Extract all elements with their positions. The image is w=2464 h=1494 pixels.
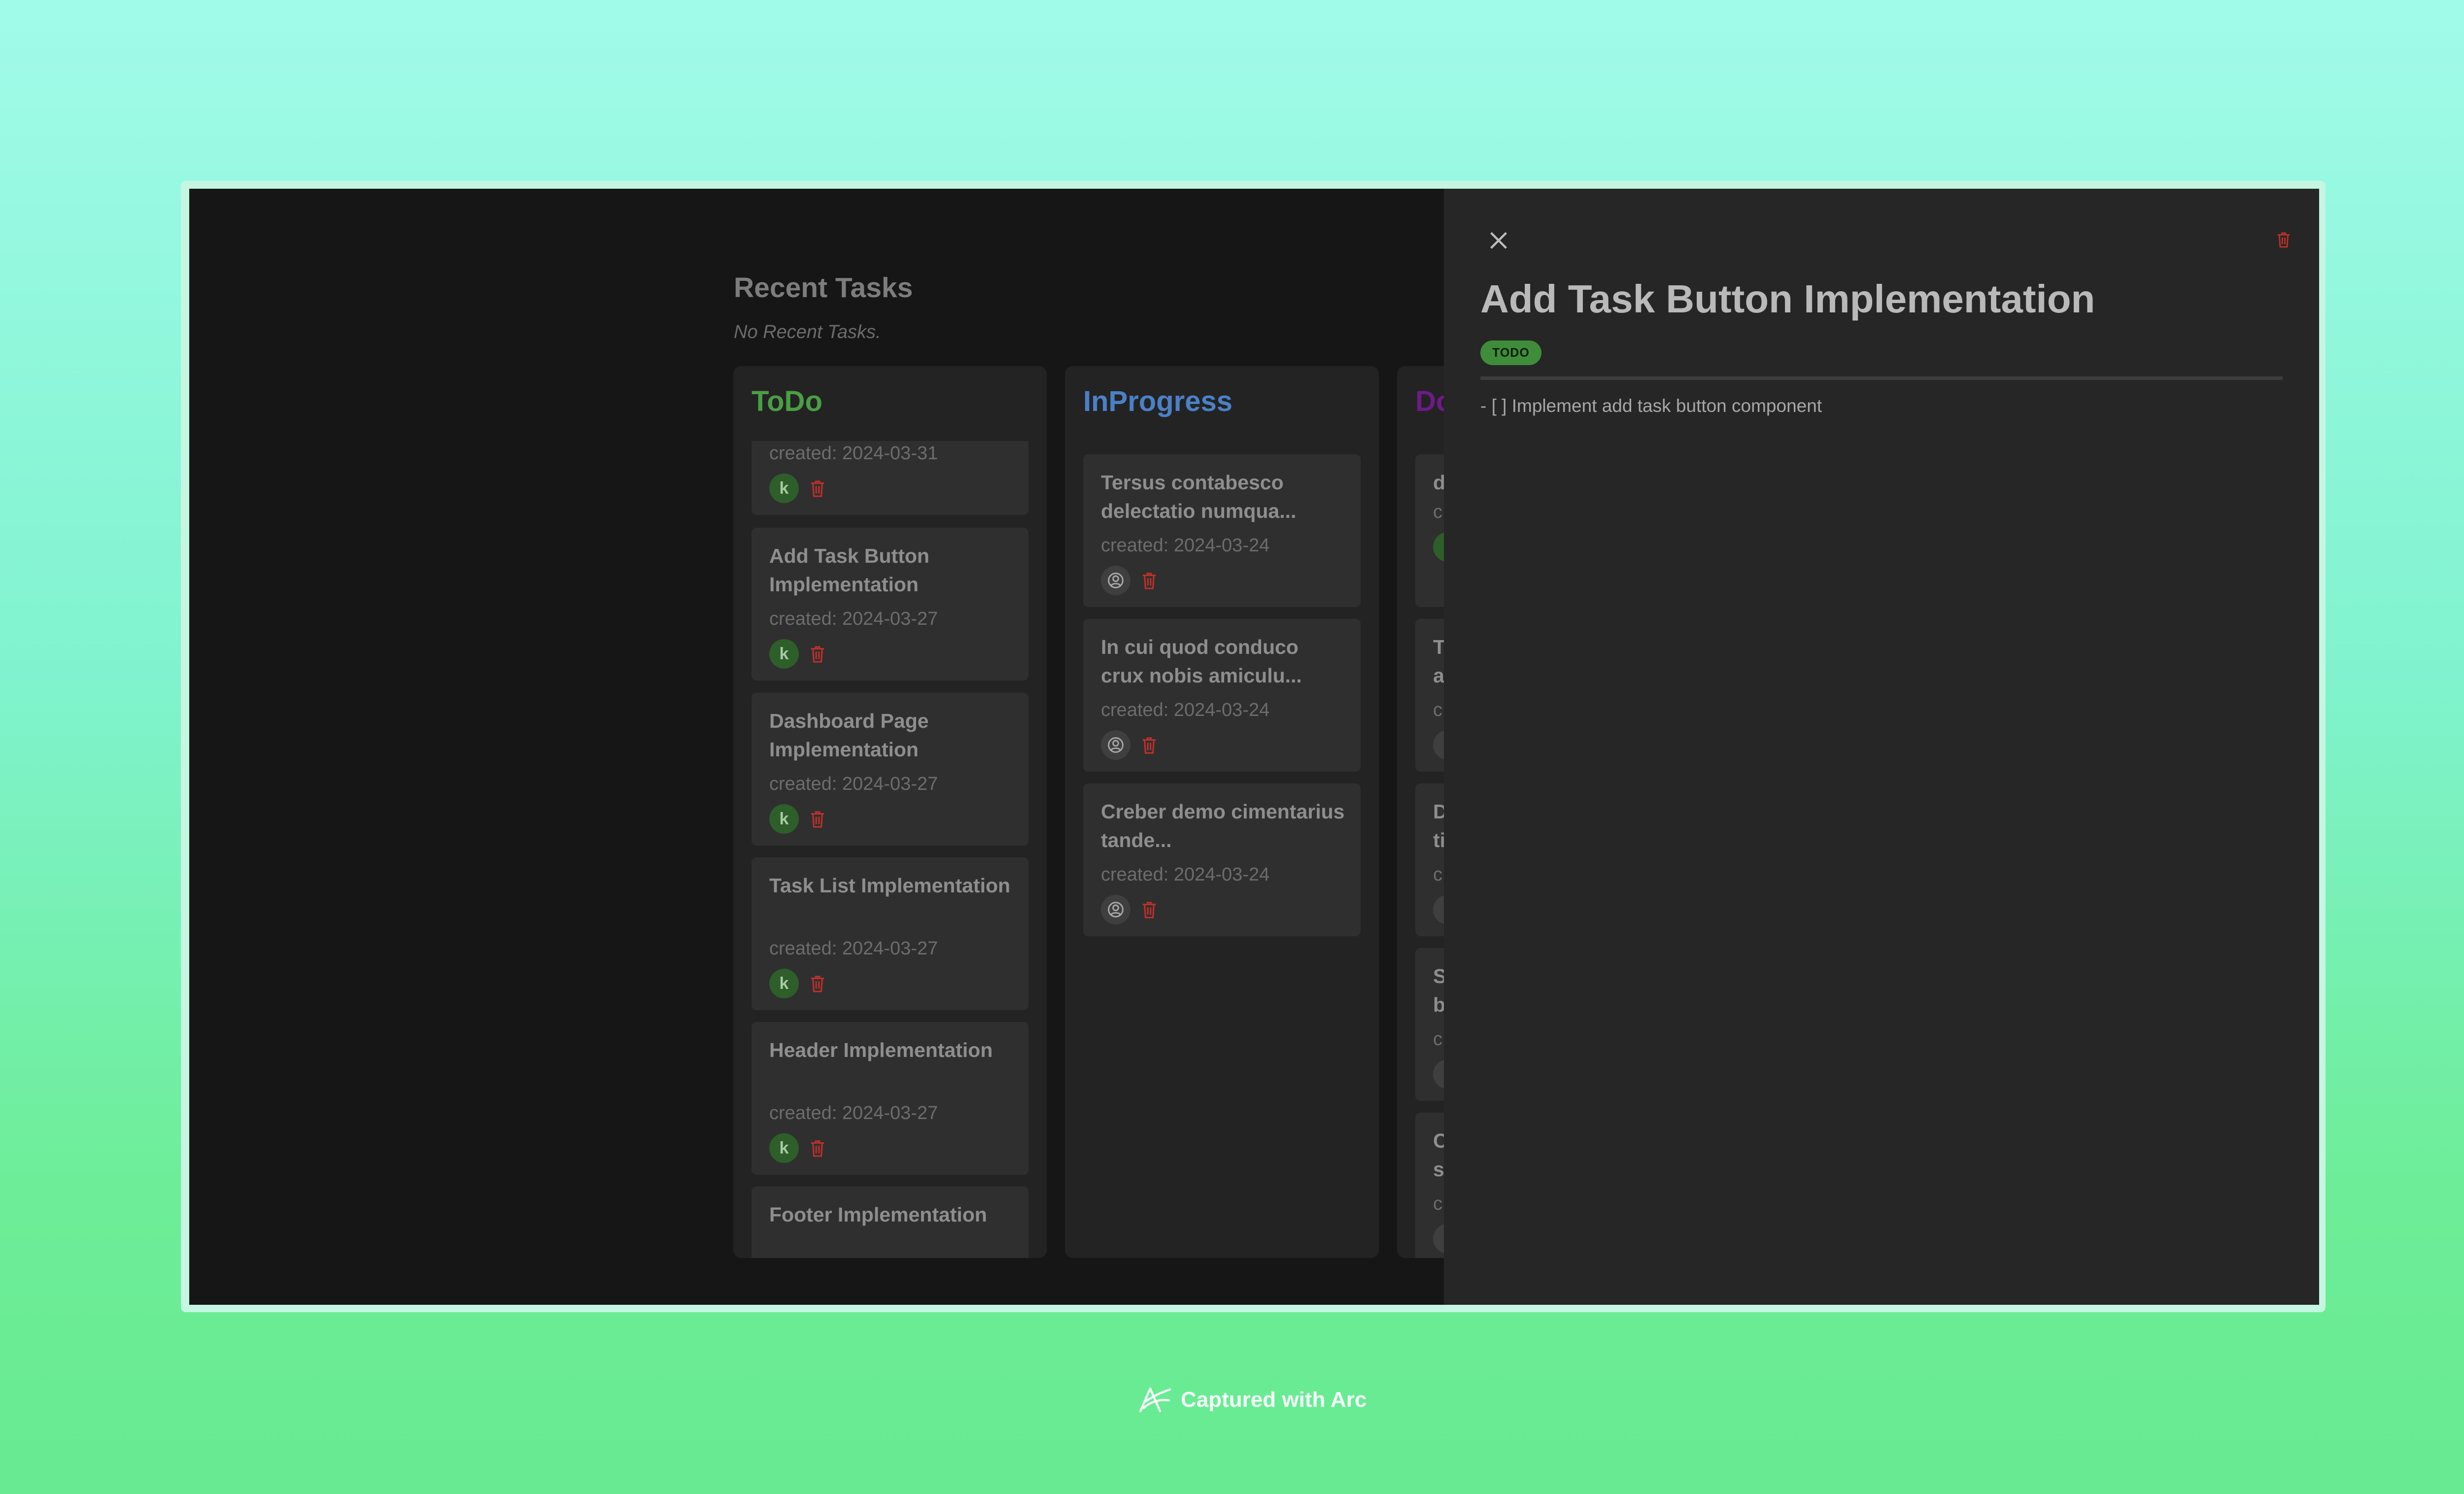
recent-tasks-empty: No Recent Tasks. [734, 322, 881, 342]
card-created: c [1433, 700, 1442, 720]
delete-task-icon[interactable] [2277, 232, 2291, 248]
card-title: Task List Implementation [769, 874, 1011, 897]
card-created: created: 2024-03-27 [769, 1103, 938, 1123]
divider [1480, 376, 2283, 380]
card-title: In cui quod conduco crux nobis amiculu..… [1101, 636, 1302, 687]
delete-icon[interactable] [1141, 902, 1157, 918]
card-created: created: 2024-03-24 [1101, 864, 1270, 885]
card-created: created: 2024-03-27 [769, 774, 938, 794]
app-window: Recent Tasks No Recent Tasks. ToDo creat… [189, 189, 2319, 1305]
recent-tasks-title: Recent Tasks [734, 272, 913, 304]
card-title: T a [1433, 636, 1446, 687]
card-created: created: 2024-03-24 [1101, 700, 1270, 720]
card-title: S b [1433, 965, 1447, 1016]
delete-icon[interactable] [1141, 737, 1157, 754]
column-title: ToDo [752, 385, 822, 417]
task-card[interactable]: Creber demo cimentarius tande... created… [1083, 783, 1361, 936]
close-icon[interactable] [1488, 230, 1509, 251]
task-card[interactable]: created: 2024-03-31 k [752, 441, 1028, 515]
task-card[interactable]: Dashboard Page Implementation created: 2… [752, 693, 1028, 846]
delete-icon[interactable] [1141, 573, 1157, 589]
card-created: created: 2024-03-27 [769, 609, 938, 629]
unassigned-user-icon[interactable] [1101, 895, 1130, 924]
card-title: Add Task Button Implementation [769, 544, 929, 596]
assignee-avatar[interactable]: k [769, 639, 799, 669]
card-created: created: 2024-03-24 [1101, 535, 1270, 556]
task-card[interactable]: In cui quod conduco crux nobis amiculu..… [1083, 619, 1361, 772]
task-card[interactable]: Add Task Button Implementation created: … [752, 528, 1028, 680]
card-title: Header Implementation [769, 1039, 993, 1061]
capture-text: Captured with Arc [1181, 1388, 1367, 1412]
status-badge[interactable]: TODO [1480, 340, 1541, 365]
card-title: D ti [1433, 800, 1448, 851]
card-created: c [1433, 1029, 1442, 1050]
unassigned-user-icon[interactable] [1101, 566, 1130, 595]
delete-icon[interactable] [810, 1140, 825, 1157]
capture-caption: Captured with Arc [1137, 1383, 1367, 1417]
task-card[interactable]: Footer Implementation [752, 1187, 1028, 1258]
card-title: C s [1433, 1129, 1448, 1181]
card-title: Creber demo cimentarius tande... [1101, 800, 1345, 851]
card-title: Footer Implementation [769, 1203, 987, 1226]
task-card[interactable]: Header Implementation created: 2024-03-2… [752, 1022, 1028, 1175]
task-card[interactable]: Task List Implementation created: 2024-0… [752, 857, 1028, 1010]
card-created: c [1433, 864, 1442, 885]
arc-logo-icon [1139, 1387, 1171, 1413]
card-title: Dashboard Page Implementation [769, 710, 929, 761]
delete-icon[interactable] [810, 976, 825, 992]
column-inprogress: InProgress Tersus contabesco delectatio … [1065, 366, 1379, 1258]
card-created: c [1433, 1193, 1442, 1214]
assignee-avatar[interactable]: k [769, 1133, 799, 1163]
assignee-avatar[interactable]: k [769, 474, 799, 503]
delete-icon[interactable] [810, 646, 825, 663]
card-created: c [1433, 502, 1442, 522]
task-description[interactable]: - [ ] Implement add task button componen… [1480, 396, 1822, 416]
column-todo: ToDo created: 2024-03-31 k Add Task Butt… [733, 366, 1047, 1258]
assignee-avatar[interactable]: k [769, 804, 799, 834]
card-title: Tersus contabesco delectatio numqua... [1101, 471, 1297, 522]
card-list: created: 2024-03-31 k Add Task Button Im… [752, 441, 1028, 1258]
column-title: InProgress [1083, 385, 1232, 417]
card-created: created: 2024-03-31 [769, 443, 938, 464]
card-list: Tersus contabesco delectatio numqua... c… [1083, 441, 1361, 1258]
delete-icon[interactable] [810, 811, 825, 828]
unassigned-user-icon[interactable] [1101, 730, 1130, 760]
delete-icon[interactable] [810, 480, 825, 497]
task-detail-panel: Add Task Button Implementation TODO - [ … [1444, 189, 2319, 1305]
assignee-avatar[interactable]: k [769, 969, 799, 998]
task-title[interactable]: Add Task Button Implementation [1480, 276, 2095, 322]
card-created: created: 2024-03-27 [769, 938, 938, 959]
task-card[interactable]: Tersus contabesco delectatio numqua... c… [1083, 454, 1361, 607]
